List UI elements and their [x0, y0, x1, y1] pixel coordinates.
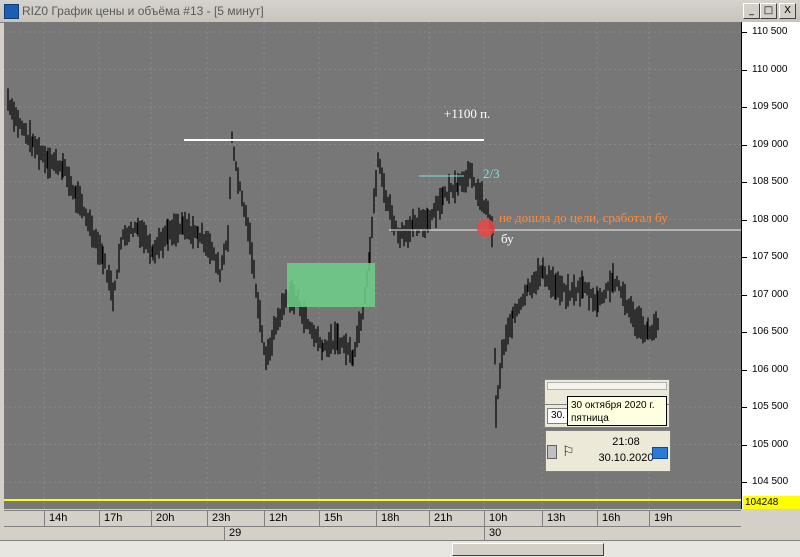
price-tick — [742, 294, 747, 296]
date-label-30: 30 — [489, 527, 502, 539]
time-tick — [151, 511, 152, 527]
current-price-badge: 104248 — [743, 496, 800, 509]
time-tick — [376, 511, 377, 527]
time-tick — [264, 511, 265, 527]
time-tick — [429, 511, 430, 527]
price-label: 108 000 — [752, 213, 789, 225]
price-label: 108 500 — [752, 176, 789, 187]
price-label: 110 000 — [752, 63, 788, 75]
note-label: не дошла до цели, сработал бу — [499, 210, 668, 225]
time-tick — [649, 511, 650, 527]
clock-date: 30.10.2020 — [598, 452, 654, 464]
tray-icon[interactable] — [547, 445, 557, 459]
price-label: 109 500 — [752, 101, 789, 112]
price-label: 105 000 — [752, 438, 789, 450]
fraction-label: 2/3 — [483, 166, 500, 181]
tooltip-weekday: пятница — [571, 413, 609, 424]
time-label: 17h — [104, 512, 123, 524]
price-label: 106 000 — [752, 363, 789, 375]
price-label: 107 000 — [752, 288, 789, 300]
date-label-29: 29 — [229, 527, 242, 539]
price-label: 105 500 — [752, 401, 789, 412]
time-tick — [484, 511, 485, 527]
price-tick — [742, 332, 747, 333]
maximize-button[interactable]: □ — [760, 3, 777, 19]
time-label: 18h — [381, 512, 400, 524]
price-tick — [742, 444, 747, 446]
price-label: 106 500 — [752, 326, 789, 337]
price-label: 107 500 — [752, 251, 789, 262]
close-button[interactable]: X — [779, 3, 796, 19]
profit-label: +1100 п. — [444, 106, 490, 121]
time-label: 13h — [547, 512, 566, 524]
price-tick — [742, 69, 747, 71]
time-tick — [44, 511, 45, 527]
price-tick — [742, 369, 747, 371]
consolidation-zone — [287, 263, 375, 307]
price-label: 109 000 — [752, 138, 789, 150]
scrollbar-thumb[interactable] — [452, 543, 604, 556]
price-tick — [742, 32, 747, 33]
date-tooltip: 30 октября 2020 г. пятница — [567, 396, 667, 426]
time-label: 10h — [489, 512, 508, 524]
taskbar-clock[interactable]: ⚐ 21:08 30.10.2020 — [545, 430, 671, 472]
network-icon[interactable] — [652, 447, 668, 459]
time-tick — [207, 511, 208, 527]
time-tick — [597, 511, 598, 527]
time-tick — [319, 511, 320, 527]
price-label: 104 500 — [752, 476, 789, 487]
minimize-button[interactable]: _ — [743, 3, 760, 19]
time-axis: 14h 17h 20h 23h 12h 15h 18h 21h 10h 13h 16h 19h — [4, 510, 741, 527]
app-icon — [4, 4, 19, 19]
price-tick — [742, 144, 747, 146]
time-label: 23h — [212, 512, 231, 524]
tooltip-date: 30 октября 2020 г. — [571, 400, 655, 411]
time-tick — [99, 511, 100, 527]
clock-time: 21:08 — [612, 436, 640, 448]
time-label: 20h — [156, 512, 175, 524]
date-divider — [224, 527, 225, 541]
time-tick — [542, 511, 543, 527]
time-label: 16h — [602, 512, 621, 524]
price-tick — [742, 482, 747, 483]
price-tick — [742, 257, 747, 258]
time-label: 12h — [269, 512, 288, 524]
price-tick — [742, 407, 747, 408]
date-axis: 29 30 — [4, 526, 741, 541]
price-axis[interactable]: 110 500 110 000 109 500 109 000 108 500 108 0… — [741, 22, 800, 509]
horizontal-scrollbar[interactable] — [0, 540, 800, 557]
bu-label: бу — [501, 231, 514, 246]
time-label: 19h — [654, 512, 673, 524]
price-tick — [742, 219, 747, 221]
flag-icon[interactable]: ⚐ — [562, 443, 575, 460]
time-label: 15h — [324, 512, 343, 524]
time-label: 14h — [49, 512, 68, 524]
time-label: 21h — [434, 512, 453, 524]
price-label: 110 500 — [752, 26, 788, 37]
window-titlebar: RIZ0 График цены и объёма #13 - [5 минут… — [0, 0, 800, 23]
date-divider — [484, 527, 485, 541]
price-tick — [742, 107, 747, 108]
window-title: RIZ0 График цены и объёма #13 - [5 минут… — [22, 4, 264, 18]
price-tick — [742, 182, 747, 183]
stop-marker — [477, 219, 495, 237]
partial-date-field: 30. — [547, 408, 569, 424]
